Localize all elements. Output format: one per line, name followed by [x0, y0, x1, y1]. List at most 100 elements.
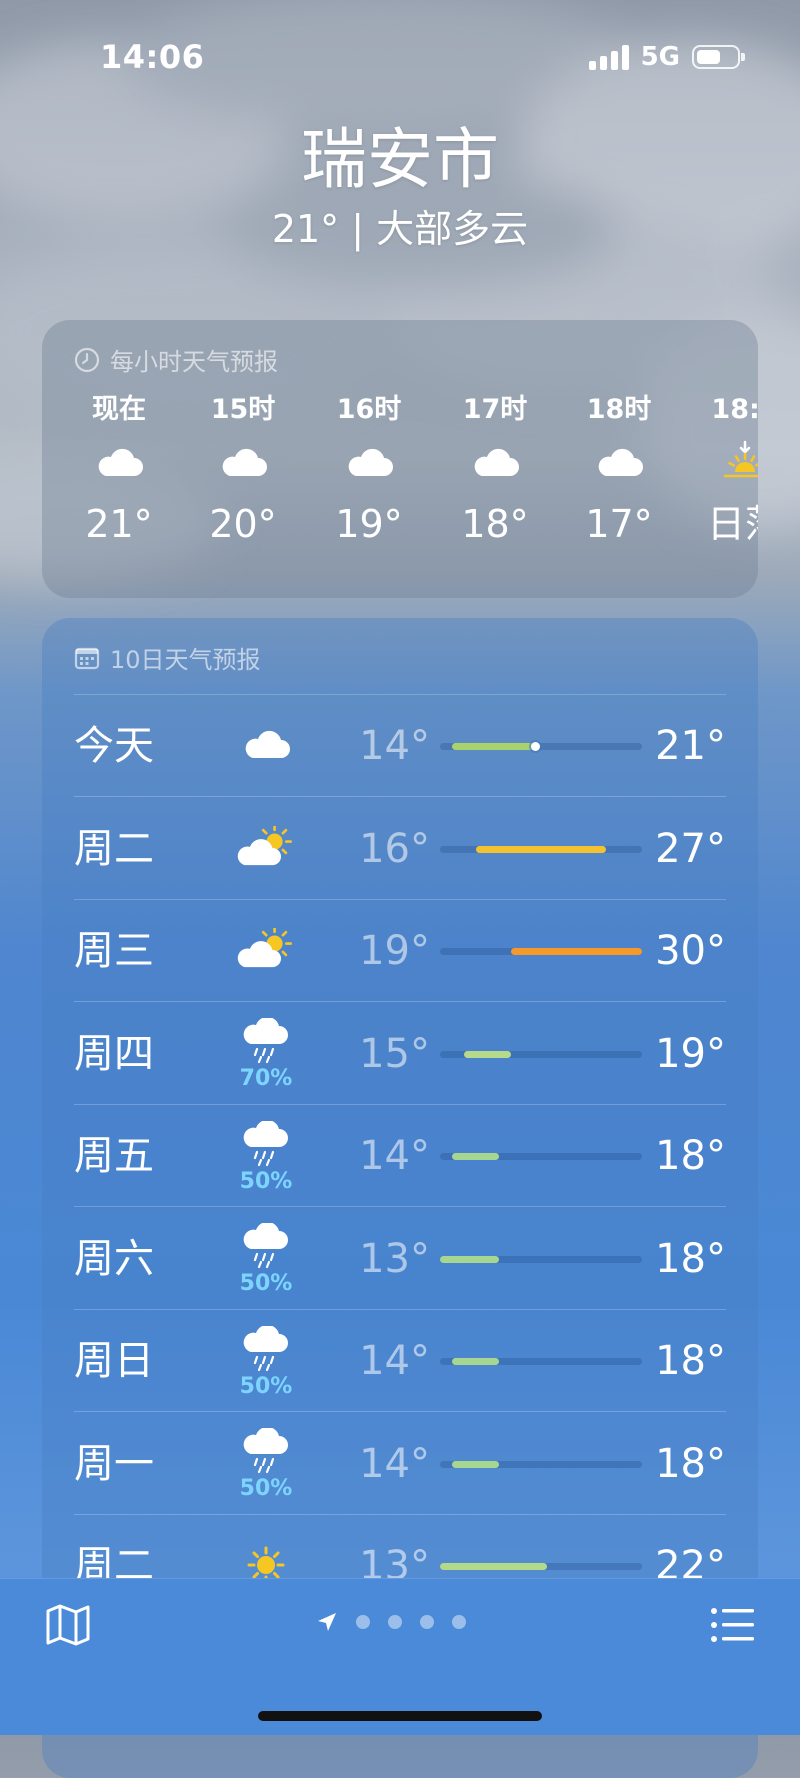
daily-row[interactable]: 周三 19° 30°	[74, 900, 726, 1002]
page-dot[interactable]	[356, 1615, 370, 1629]
hourly-item: 17时 18°	[440, 390, 550, 552]
clock-icon	[74, 347, 100, 372]
temp-range-bar	[451, 1153, 500, 1160]
temp-range-track	[440, 1563, 642, 1570]
high-temp: 30°	[655, 928, 726, 974]
precip-chance: 50%	[239, 1168, 293, 1194]
temp-range-bar	[451, 1358, 500, 1365]
partly-sunny-icon	[236, 926, 296, 976]
high-temp: 18°	[655, 1235, 726, 1282]
hour-label: 16时	[336, 394, 402, 425]
hour-temp: 17°	[585, 502, 653, 546]
cloud-icon	[64, 430, 174, 496]
bottom-toolbar	[0, 1578, 800, 1735]
daily-row[interactable]: 周一 50% 14° 18°	[74, 1413, 726, 1515]
day-label: 周四	[74, 1030, 154, 1077]
network-type: 5G	[640, 42, 680, 72]
map-icon[interactable]	[44, 1601, 92, 1649]
temp-range-bar	[511, 948, 642, 955]
precip-chance: 50%	[239, 1271, 293, 1296]
high-temp: 21°	[655, 723, 726, 769]
high-temp: 19°	[655, 1030, 726, 1077]
hour-temp: 21°	[85, 502, 153, 546]
current-temp-dot	[531, 742, 541, 751]
hourly-item: 现在 21°	[64, 390, 174, 552]
cloud-icon	[440, 430, 550, 496]
precip-chance: 70%	[239, 1066, 293, 1091]
status-indicators: 5G	[588, 42, 745, 72]
hourly-item: 16时 19°	[314, 390, 424, 552]
hour-temp: 20°	[209, 502, 277, 546]
day-weather: 50%	[226, 1322, 306, 1402]
temp-range-track	[440, 1153, 642, 1160]
cloud-icon	[564, 430, 674, 496]
page-dot[interactable]	[452, 1615, 466, 1629]
hourly-item: 18时 17°	[564, 390, 674, 552]
page-dot[interactable]	[388, 1615, 402, 1629]
high-temp: 18°	[655, 1133, 726, 1179]
battery-icon	[692, 45, 745, 69]
rain-icon	[241, 1221, 291, 1273]
daily-row[interactable]: 周六 50% 13° 18°	[74, 1208, 726, 1310]
low-temp: 15°	[359, 1030, 430, 1077]
hour-label: 18:1	[711, 394, 758, 425]
hourly-item: 18:1 日落	[690, 390, 758, 552]
day-label: 周三	[74, 928, 154, 974]
page-indicator[interactable]	[316, 1611, 466, 1633]
low-temp: 14°	[359, 1440, 430, 1487]
list-icon[interactable]	[710, 1605, 756, 1645]
precip-chance: 50%	[239, 1476, 293, 1501]
low-temp: 16°	[359, 825, 430, 872]
day-weather: 50%	[226, 1117, 306, 1197]
low-temp: 13°	[359, 1235, 430, 1282]
temp-range-track	[440, 1050, 642, 1058]
hour-label: 15时	[210, 394, 276, 425]
current-condition: 21° | 大部多云	[271, 207, 529, 251]
location-header: 瑞安市 21° | 大部多云	[0, 120, 800, 254]
hour-temp: 日落	[706, 502, 758, 546]
day-label: 今天	[74, 723, 154, 769]
day-label: 周六	[74, 1235, 154, 1282]
hour-label: 现在	[92, 394, 146, 425]
day-label: 周一	[74, 1440, 154, 1487]
day-label: 周五	[74, 1133, 154, 1179]
temp-range-track	[440, 845, 642, 853]
high-temp: 18°	[655, 1440, 726, 1487]
hour-temp: 18°	[461, 502, 529, 546]
daily-row[interactable]: 周日 50% 14° 18°	[74, 1310, 726, 1412]
rain-icon	[241, 1016, 291, 1068]
ten-day-forecast-header: 10日天气预报	[74, 640, 261, 675]
sunset-icon	[690, 430, 758, 496]
partly-sunny-icon	[236, 823, 296, 874]
low-temp: 14°	[359, 1133, 430, 1179]
temp-range-track	[440, 1460, 642, 1468]
page-dot[interactable]	[420, 1615, 434, 1629]
daily-row[interactable]: 今天 14° 21°	[74, 695, 726, 797]
daily-row[interactable]: 周五 50% 14° 18°	[74, 1105, 726, 1207]
home-indicator	[258, 1711, 542, 1721]
day-weather: 70%	[226, 1015, 306, 1095]
temp-range-track	[440, 742, 642, 751]
day-weather	[226, 912, 306, 992]
temp-range-bar	[475, 845, 607, 853]
temp-range-bar	[463, 1050, 512, 1058]
hourly-forecast-card[interactable]: 每小时天气预报 现在 21° 15时 20° 16时 19° 17时 18° 18时 17° 18:…	[42, 320, 758, 598]
cloud-icon	[314, 430, 424, 496]
rain-icon	[241, 1324, 291, 1376]
location-arrow-icon[interactable]	[316, 1611, 338, 1633]
low-temp: 14°	[359, 723, 430, 769]
hourly-forecast-title: 每小时天气预报	[110, 348, 278, 376]
hour-label: 17时	[462, 394, 528, 425]
daily-row[interactable]: 周二 16° 27°	[74, 798, 726, 900]
day-weather: 50%	[226, 1220, 306, 1300]
temp-range-bar	[440, 1255, 500, 1263]
hour-temp: 19°	[335, 502, 403, 546]
battery-level	[697, 50, 720, 64]
cloud-icon	[241, 730, 291, 764]
cellular-signal-icon	[588, 44, 629, 70]
ten-day-forecast-title: 10日天气预报	[110, 646, 261, 674]
low-temp: 14°	[359, 1338, 430, 1384]
daily-row[interactable]: 周四 70% 15° 19°	[74, 1003, 726, 1105]
high-temp: 18°	[655, 1338, 726, 1384]
high-temp: 27°	[655, 825, 726, 872]
